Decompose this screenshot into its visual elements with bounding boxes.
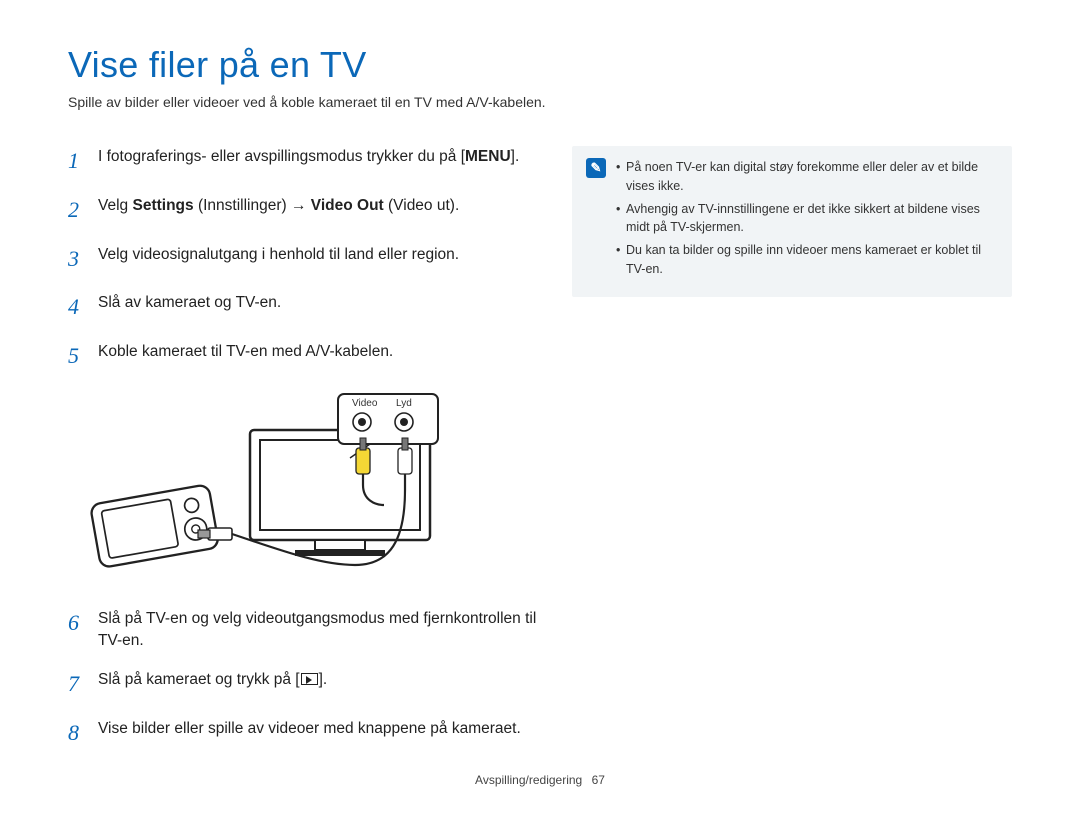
note-box: ✎ På noen TV-er kan digital støy forekom… bbox=[572, 146, 1012, 297]
step-text: Vise bilder eller spille av videoer med … bbox=[98, 718, 521, 749]
step-text: Slå på kameraet og trykk på []. bbox=[98, 669, 327, 700]
note-list: På noen TV-er kan digital støy forekomme… bbox=[616, 158, 998, 283]
step-1: 1 I fotograferings- eller avspillingsmod… bbox=[68, 146, 548, 177]
page-title: Vise filer på en TV bbox=[68, 44, 1012, 86]
note-item: Du kan ta bilder og spille inn videoer m… bbox=[616, 241, 998, 279]
note-item: På noen TV-er kan digital støy forekomme… bbox=[616, 158, 998, 196]
step-text: Slå av kameraet og TV-en. bbox=[98, 292, 281, 323]
step-5: 5 Koble kameraet til TV-en med A/V-kabel… bbox=[68, 341, 548, 372]
step-number: 7 bbox=[68, 669, 98, 700]
footer-section: Avspilling/redigering bbox=[475, 773, 582, 787]
step-3: 3 Velg videosignalutgang i henhold til l… bbox=[68, 244, 548, 275]
step-number: 1 bbox=[68, 146, 98, 177]
note-icon: ✎ bbox=[586, 158, 606, 178]
page-number: 67 bbox=[592, 773, 605, 787]
step-number: 8 bbox=[68, 718, 98, 749]
video-label: Video bbox=[352, 398, 378, 409]
audio-label: Lyd bbox=[396, 398, 412, 409]
connection-diagram: Video Lyd bbox=[60, 390, 548, 590]
step-text: Slå på TV-en og velg videoutgangsmodus m… bbox=[98, 608, 548, 651]
step-2: 2 Velg Settings (Innstillinger) → Video … bbox=[68, 195, 548, 226]
step-number: 4 bbox=[68, 292, 98, 323]
steps-column: 1 I fotograferings- eller avspillingsmod… bbox=[68, 146, 548, 767]
playback-icon bbox=[301, 673, 318, 685]
step-6: 6 Slå på TV-en og velg videoutgangsmodus… bbox=[68, 608, 548, 651]
step-8: 8 Vise bilder eller spille av videoer me… bbox=[68, 718, 548, 749]
step-4: 4 Slå av kameraet og TV-en. bbox=[68, 292, 548, 323]
step-text: I fotograferings- eller avspillingsmodus… bbox=[98, 146, 519, 177]
step-text: Velg videosignalutgang i henhold til lan… bbox=[98, 244, 459, 275]
step-number: 5 bbox=[68, 341, 98, 372]
step-number: 6 bbox=[68, 608, 98, 651]
page-footer: Avspilling/redigering 67 bbox=[0, 773, 1080, 787]
step-number: 2 bbox=[68, 195, 98, 226]
step-number: 3 bbox=[68, 244, 98, 275]
step-7: 7 Slå på kameraet og trykk på []. bbox=[68, 669, 548, 700]
note-item: Avhengig av TV-innstillingene er det ikk… bbox=[616, 200, 998, 238]
step-text: Velg Settings (Innstillinger) → Video Ou… bbox=[98, 195, 459, 226]
page-subtitle: Spille av bilder eller videoer ved å kob… bbox=[68, 94, 1012, 110]
step-text: Koble kameraet til TV-en med A/V-kabelen… bbox=[98, 341, 393, 372]
